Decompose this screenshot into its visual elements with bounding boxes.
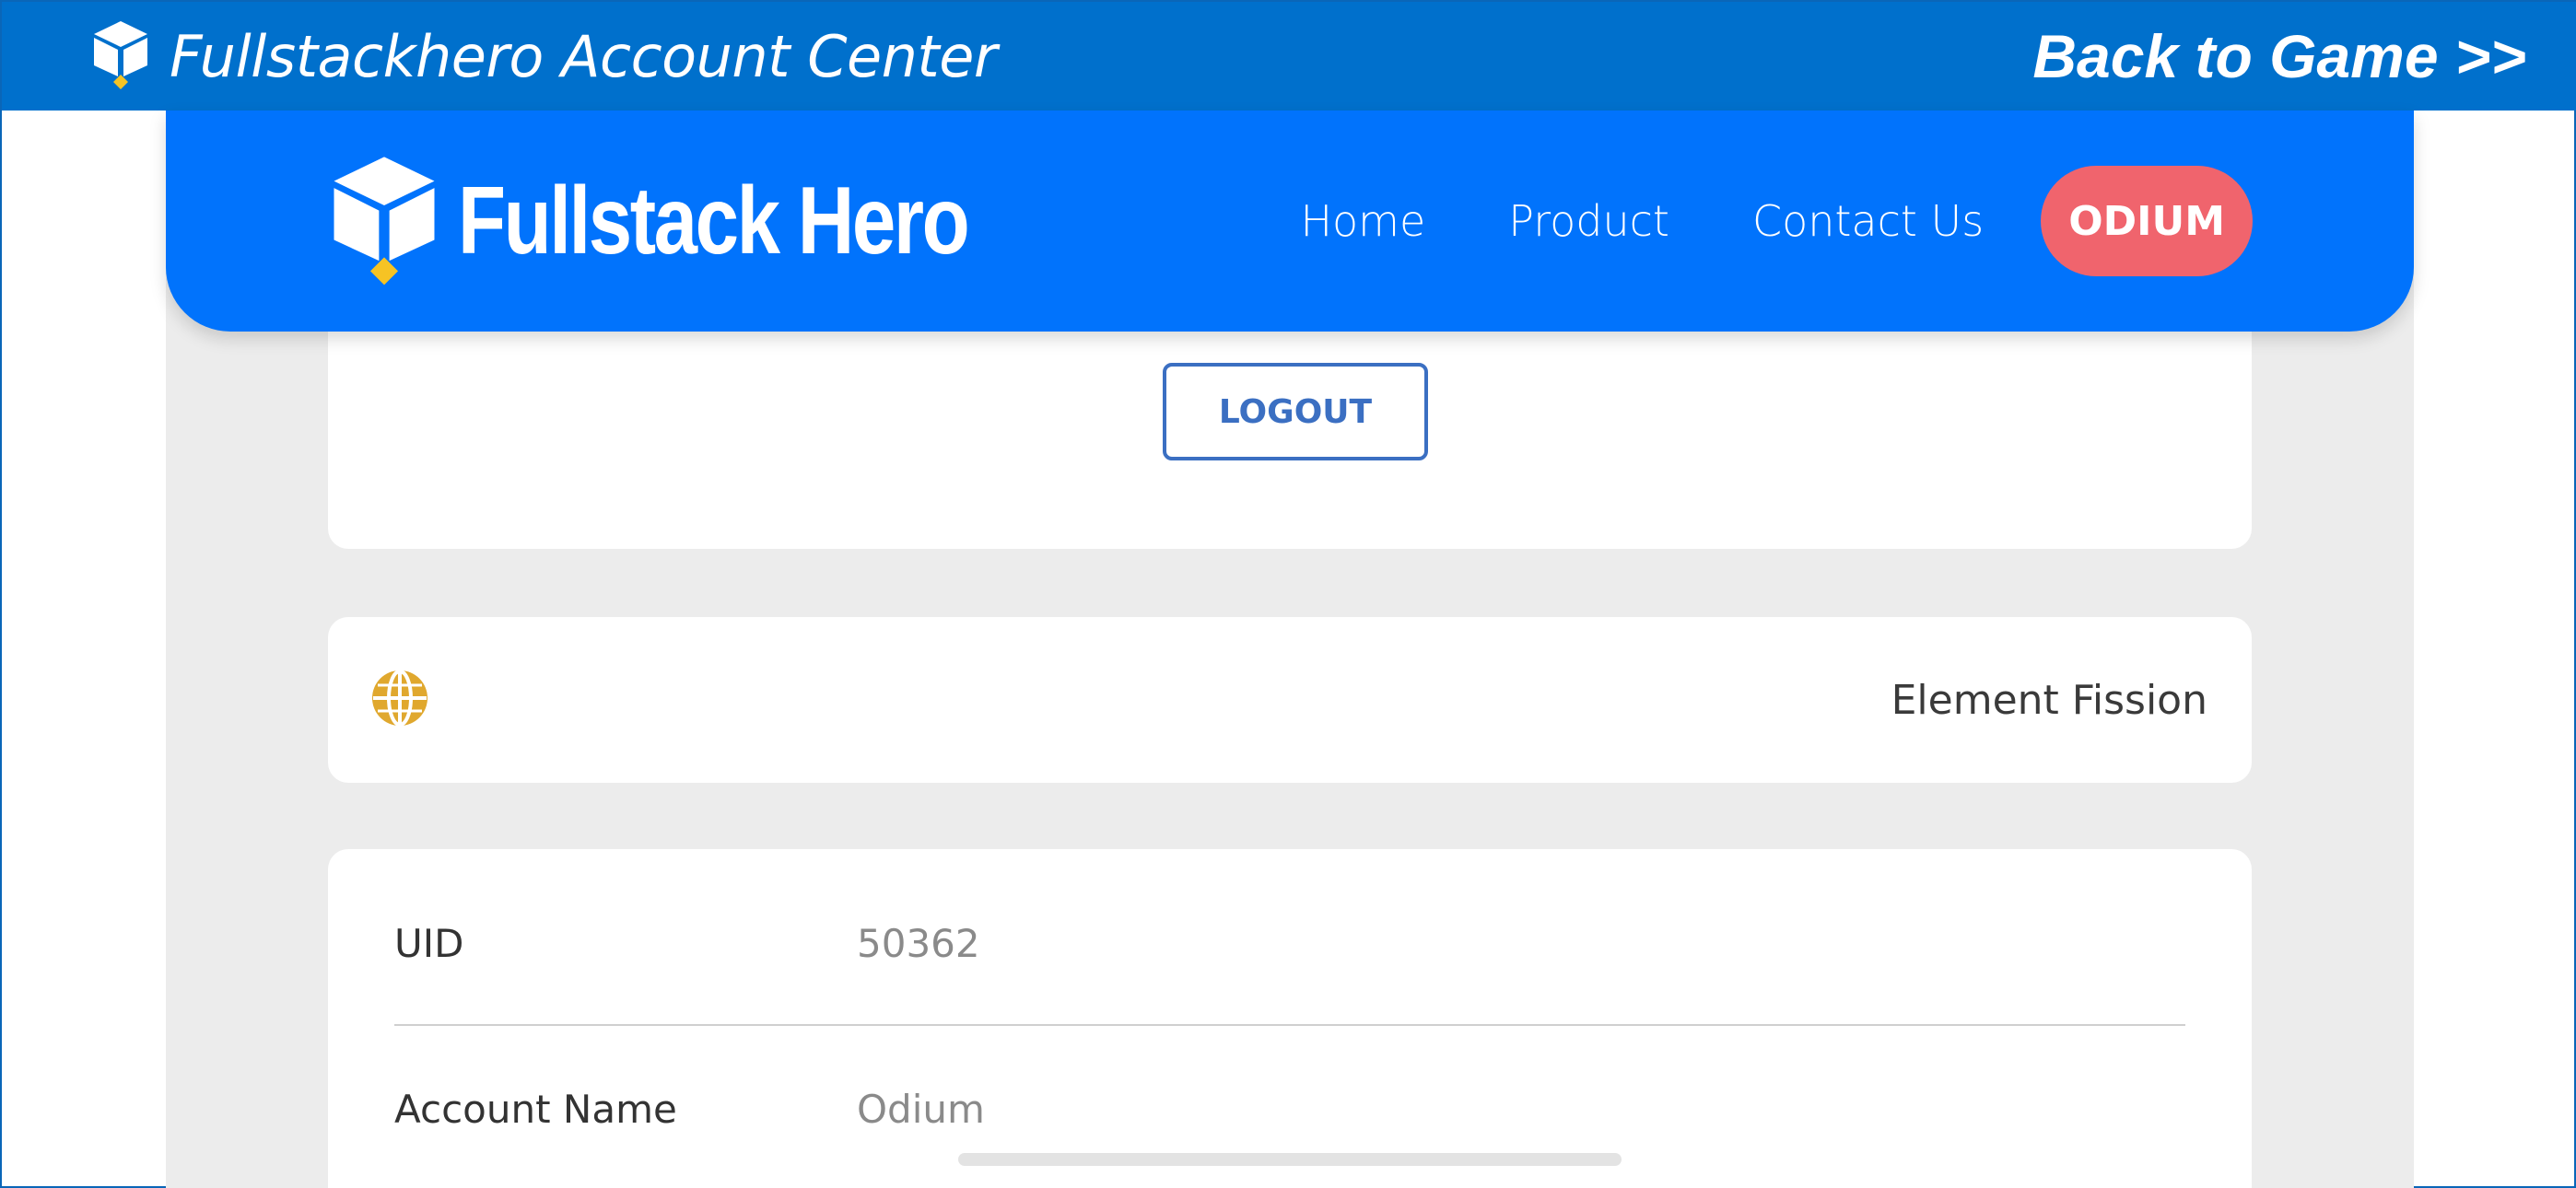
account-info-card: UID 50362 Account Name Odium [328, 849, 2252, 1188]
uid-value: 50362 [857, 920, 980, 966]
info-row-uid: UID 50362 [394, 862, 2185, 1026]
logout-button[interactable]: LOGOUT [1163, 363, 1428, 460]
brand-name: Fullstack Hero [458, 167, 970, 274]
user-menu-button[interactable]: ODIUM [2041, 166, 2253, 276]
nav-menu: Home Product Contact Us ODIUM [1300, 166, 2253, 276]
brand-logo[interactable]: Fullstack Hero [327, 152, 1080, 290]
app-title-bar: Fullstackhero Account Center Back to Gam… [2, 2, 2576, 111]
server-name: Element Fission [1891, 676, 2207, 724]
nav-product-link[interactable]: Product [1508, 196, 1669, 246]
account-name-label: Account Name [394, 1086, 677, 1132]
globe-icon [370, 669, 429, 731]
site-navbar: Fullstack Hero Home Product Contact Us O… [166, 111, 2414, 332]
uid-label: UID [394, 920, 464, 966]
back-to-game-link[interactable]: Back to Game >> [2032, 21, 2526, 91]
server-card[interactable]: Element Fission [328, 617, 2252, 783]
app-title-group: Fullstackhero Account Center [90, 19, 997, 93]
nav-contact-link[interactable]: Contact Us [1752, 196, 1984, 246]
cube-logo-icon [327, 152, 441, 290]
account-name-value: Odium [857, 1086, 985, 1132]
nav-home-link[interactable]: Home [1300, 196, 1425, 246]
logout-card: LOGOUT [328, 306, 2252, 549]
cube-logo-icon [90, 19, 151, 93]
app-title: Fullstackhero Account Center [170, 22, 997, 90]
home-indicator-bar[interactable] [958, 1153, 1622, 1166]
